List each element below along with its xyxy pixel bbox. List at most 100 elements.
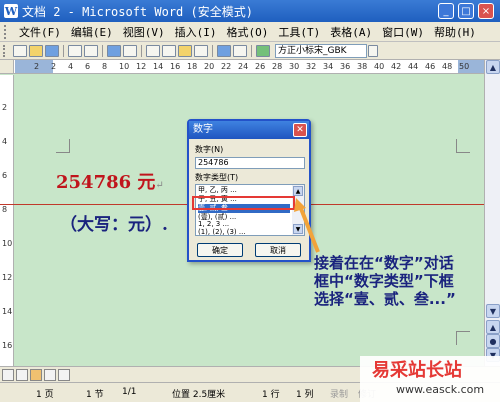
status-page: 1 页 [36,390,54,400]
ruler-tick-label: 48 [442,62,453,71]
minimize-button[interactable]: _ [438,3,454,19]
watermark-brand: 易采站长站 [372,360,462,381]
dialog-close-icon[interactable]: ✕ [293,123,307,137]
ruler-tick-label: 4 [68,62,74,71]
ruler-tick-label: 46 [425,62,436,71]
ruler-tick-label: 12 [136,62,147,71]
web-view-icon[interactable] [16,368,28,381]
ruler-tick-label: 34 [323,62,334,71]
open-folder-icon[interactable] [29,44,43,57]
vruler-tick-label: 4 [2,137,8,146]
ruler-tick-label: 16 [170,62,181,71]
print-layout-icon[interactable] [30,368,42,381]
ok-button[interactable]: 确定 [197,243,243,257]
menu-tools[interactable]: 工具(T) [273,24,325,40]
research-icon[interactable] [123,44,137,57]
toolbar-grip-handle[interactable] [3,44,9,57]
callout-line: 选择“壹、贰、叁...” [314,290,456,308]
word-app-icon[interactable]: W [4,4,18,18]
ruler-tick-label: 30 [289,62,300,71]
vruler-tick-label: 6 [2,171,8,180]
print-preview-icon[interactable] [84,44,98,57]
uppercase-amount-text[interactable]: （大写：元）. [60,210,168,235]
ruler-tick-label: 2 [34,62,40,71]
menu-insert[interactable]: 插入(I) [170,24,222,40]
vruler-tick-label: 14 [2,307,13,316]
vertical-ruler[interactable]: 2 4 6 8 10 12 14 16 [0,75,14,366]
cut-icon[interactable] [146,44,160,57]
ruler-tick-label: 8 [102,62,108,71]
ruler-tick-label: 44 [408,62,419,71]
cancel-button[interactable]: 取消 [255,243,301,257]
number-type-list[interactable]: 甲, 乙, 丙 ... 子, 丑, 寅 ... 壹, 贰, 叁 ... (壹),… [195,184,305,236]
maximize-button[interactable]: □ [458,3,474,19]
new-document-icon[interactable] [13,44,27,57]
number-label: 数字(N) [195,145,224,154]
number-input[interactable]: 254786 [195,157,305,169]
ruler-tick-label: 32 [306,62,317,71]
menu-file[interactable]: 文件(F) [14,24,66,40]
status-rec: 录制 [330,390,349,400]
ruler-tick-label: 14 [153,62,164,71]
print-icon[interactable] [68,44,82,57]
spelling-icon[interactable] [107,44,121,57]
ruler-tick-label: 50 [459,62,470,71]
toolbar-separator [212,44,213,57]
toolbar-separator [63,44,64,57]
font-dropdown-icon[interactable] [368,44,378,57]
margin-corner-mark [456,139,470,153]
menu-help[interactable]: 帮助(H) [429,24,481,40]
save-icon[interactable] [45,44,59,57]
zoom-icon[interactable] [256,44,270,57]
menu-table[interactable]: 表格(A) [325,24,377,40]
menu-grip-handle[interactable] [4,24,10,39]
scroll-up-icon[interactable]: ▲ [486,60,500,74]
redo-icon[interactable] [233,44,247,57]
ruler-tick-label: 10 [119,62,130,71]
ruler-tick-label: 26 [255,62,266,71]
format-painter-icon[interactable] [194,44,208,57]
status-column: 1 列 [296,390,314,400]
margin-corner-mark [56,139,70,153]
browse-object-icon[interactable]: ● [486,334,500,348]
callout-line: 接着在在“数字”对话 [314,254,454,272]
vruler-tick-label: 16 [2,341,13,350]
font-name-box[interactable]: 方正小标宋_GBK [275,43,367,58]
list-scroll-down-icon[interactable]: ▼ [293,224,303,234]
horizontal-ruler[interactable]: 2 2 4 6 8 10 12 14 16 18 20 22 24 26 28 30 32 34 36 38 40 42 4… [0,60,500,74]
list-scroll-up-icon[interactable]: ▲ [293,186,303,196]
menu-window[interactable]: 窗口(W) [377,24,429,40]
menu-edit[interactable]: 编辑(E) [66,24,118,40]
toolbar-separator [251,44,252,57]
margin-corner-mark [456,331,470,345]
previous-page-icon[interactable]: ▲ [486,320,500,334]
outline-view-icon[interactable] [44,368,56,381]
reading-view-icon[interactable] [58,368,70,381]
vruler-tick-label: 2 [2,103,8,112]
vertical-scrollbar[interactable]: ▲ ▼ ▲ ● ▼ [484,60,500,366]
vruler-tick-label: 10 [2,239,13,248]
tab-selector[interactable] [0,60,14,73]
normal-view-icon[interactable] [2,368,14,381]
menu-view[interactable]: 视图(V) [118,24,170,40]
menu-format[interactable]: 格式(O) [222,24,274,40]
callout-line: 框中“数字类型”下框 [314,272,454,290]
dialog-title[interactable]: 数字 [189,121,309,139]
undo-icon[interactable] [217,44,231,57]
number-dialog: 数字 ✕ 数字(N) 254786 数字类型(T) 甲, 乙, 丙 ... 子,… [187,119,311,262]
list-item[interactable]: 甲, 乙, 丙 ... [198,186,290,195]
copy-icon[interactable] [162,44,176,57]
toolbar-separator [141,44,142,57]
list-item[interactable]: (1), (2), (3) ... [198,228,290,235]
list-scrollbar[interactable]: ▲ ▼ [292,185,304,235]
amount-text[interactable]: 254786 元↵ [56,168,164,194]
menu-bar: 文件(F) 编辑(E) 视图(V) 插入(I) 格式(O) 工具(T) 表格(A… [0,22,500,42]
close-button[interactable]: × [478,3,494,19]
ruler-tick-label: 40 [374,62,385,71]
toolbar-separator [102,44,103,57]
amount-value: 254786 元 [56,172,156,193]
paste-icon[interactable] [178,44,192,57]
ruler-tick-label: 6 [85,62,91,71]
status-position: 位置 2.5厘米 [172,390,226,400]
window-title: 文档 2 - Microsoft Word (安全模式) [22,4,253,19]
